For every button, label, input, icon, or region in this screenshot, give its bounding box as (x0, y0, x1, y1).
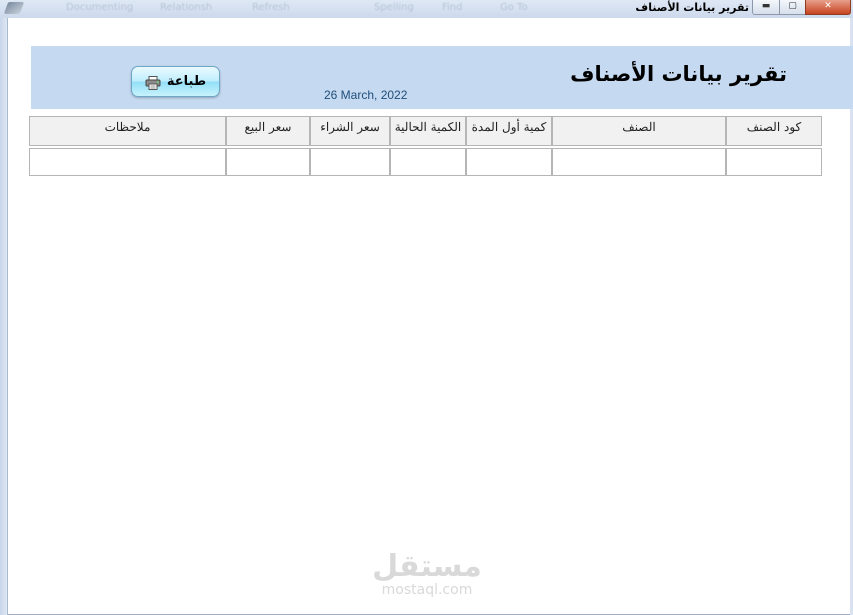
ribbon-ghost-text: Spelling (374, 2, 414, 13)
maximize-button[interactable]: ▢ (779, 0, 806, 15)
printer-icon (145, 75, 161, 90)
table-cell[interactable] (552, 148, 726, 176)
column-header-opening-qty: كمية أول المدة (466, 116, 552, 146)
app-icon (3, 2, 25, 14)
watermark-latin: mostaql.com (381, 582, 473, 598)
table-cell[interactable] (29, 148, 226, 176)
print-button[interactable]: طباعة (131, 66, 220, 97)
table-header-row: كود الصنف الصنف كمية أول المدة الكمية ال… (29, 116, 822, 146)
close-button[interactable]: ✕ (805, 0, 851, 15)
ribbon-ghost-text: Relationsh (160, 2, 213, 13)
ribbon-ghost-text: Refresh (252, 2, 290, 13)
table-cell[interactable] (726, 148, 822, 176)
column-header-purchase-price: سعر الشراء (310, 116, 390, 146)
ribbon-ghost-text: Go To (500, 2, 528, 13)
ribbon-ghost-text: Documenting (66, 2, 134, 13)
items-table: كود الصنف الصنف كمية أول المدة الكمية ال… (29, 116, 822, 176)
column-header-item: الصنف (552, 116, 726, 146)
print-button-label: طباعة (166, 74, 207, 89)
table-cell[interactable] (310, 148, 390, 176)
table-cell[interactable] (226, 148, 310, 176)
report-header: تقرير بيانات الأصناف 26 March, 2022 طباع… (31, 46, 853, 109)
report-date: 26 March, 2022 (324, 88, 408, 102)
table-row[interactable] (29, 148, 822, 176)
column-header-current-qty: الكمية الحالية (390, 116, 466, 146)
minimize-button[interactable]: ▬ (752, 0, 780, 15)
ribbon-ghost-text: Find (442, 2, 463, 13)
report-title: تقرير بيانات الأصناف (570, 62, 787, 86)
watermark: مستقل mostaql.com (368, 549, 486, 599)
column-header-notes: ملاحظات (29, 116, 226, 146)
window-title: تقرير بيانات الأصناف (635, 1, 749, 14)
watermark-arabic: مستقل (372, 549, 482, 584)
table-cell[interactable] (466, 148, 552, 176)
window-left-border (0, 18, 8, 615)
column-header-sale-price: سعر البيع (226, 116, 310, 146)
table-cell[interactable] (390, 148, 466, 176)
column-header-item-code: كود الصنف (726, 116, 822, 146)
